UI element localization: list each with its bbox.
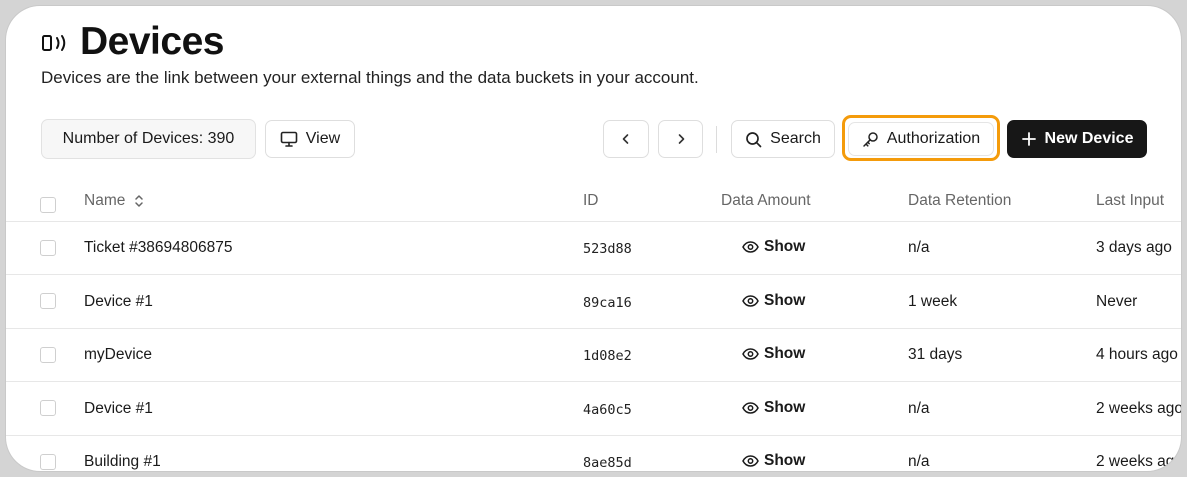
- last-input: 2 weeks ago: [1096, 453, 1181, 470]
- eye-icon: [742, 241, 759, 253]
- id-column-header: ID: [583, 192, 599, 209]
- eye-icon: [742, 295, 759, 307]
- show-data-amount-button[interactable]: Show: [742, 452, 805, 470]
- next-page-button[interactable]: [658, 120, 703, 158]
- data-retention-column-header: Data Retention: [908, 192, 1012, 209]
- last-input: 3 days ago: [1096, 239, 1172, 256]
- new-device-button-label: New Device: [1044, 130, 1134, 147]
- chevron-right-icon: [678, 134, 684, 144]
- show-data-amount-button[interactable]: Show: [742, 238, 805, 256]
- row-checkbox[interactable]: [40, 240, 56, 256]
- toolbar-divider: [716, 126, 717, 153]
- search-button-label: Search: [770, 130, 821, 147]
- name-column-header[interactable]: Name: [84, 192, 145, 210]
- show-data-amount-button[interactable]: Show: [742, 292, 805, 310]
- key-icon: [863, 131, 878, 147]
- page-title: Devices: [80, 20, 224, 63]
- last-input: Never: [1096, 293, 1138, 310]
- devices-page: Devices Devices are the link between you…: [6, 6, 1181, 471]
- device-name[interactable]: Device #1: [84, 293, 153, 311]
- device-name[interactable]: Device #1: [84, 400, 153, 418]
- show-label: Show: [764, 292, 806, 309]
- device-signal-icon: [42, 35, 66, 51]
- monitor-icon: [280, 131, 298, 147]
- row-checkbox[interactable]: [40, 293, 56, 309]
- device-id: 523d88: [583, 241, 632, 257]
- table-row[interactable]: myDevice 1d08e2 Show 31 days 4 hours ago: [6, 328, 1181, 382]
- device-id: 89ca16: [583, 295, 632, 311]
- eye-icon: [742, 402, 759, 414]
- view-button-label: View: [305, 130, 341, 147]
- table-row[interactable]: Ticket #38694806875 523d88 Show n/a 3 da…: [6, 221, 1181, 275]
- row-checkbox[interactable]: [40, 347, 56, 363]
- authorization-button[interactable]: Authorization: [848, 122, 994, 156]
- name-header-label: Name: [84, 192, 126, 209]
- device-count-label: Number of Devices: 390: [62, 130, 235, 147]
- last-input-column-header: Last Input: [1096, 192, 1165, 209]
- last-input: 4 hours ago: [1096, 346, 1178, 363]
- plus-icon: [1021, 132, 1036, 146]
- show-label: Show: [764, 238, 806, 255]
- new-device-button[interactable]: New Device: [1007, 120, 1147, 158]
- row-checkbox[interactable]: [40, 400, 56, 416]
- select-all-checkbox[interactable]: [40, 197, 56, 213]
- table-row[interactable]: Device #1 4a60c5 Show n/a 2 weeks ago: [6, 382, 1181, 436]
- data-retention: 1 week: [908, 293, 958, 310]
- show-label: Show: [764, 345, 806, 362]
- show-data-amount-button[interactable]: Show: [742, 345, 805, 363]
- view-button[interactable]: View: [265, 120, 355, 158]
- search-icon: [746, 131, 762, 147]
- device-id: 8ae85d: [583, 455, 632, 471]
- device-name[interactable]: Ticket #38694806875: [84, 239, 233, 257]
- show-data-amount-button[interactable]: Show: [742, 399, 805, 417]
- device-name[interactable]: Building #1: [84, 453, 161, 471]
- data-retention: n/a: [908, 400, 930, 417]
- table-row[interactable]: Building #1 8ae85d Show n/a 2 weeks ago: [6, 435, 1181, 471]
- chevron-left-icon: [622, 134, 629, 144]
- table-header: Name ID Data Amount Data Retention Last …: [6, 174, 1181, 222]
- sort-icon: [135, 195, 144, 207]
- table-row[interactable]: Device #1 89ca16 Show 1 week Never: [6, 275, 1181, 329]
- search-button[interactable]: Search: [731, 120, 835, 158]
- eye-icon: [742, 348, 759, 360]
- row-checkbox[interactable]: [40, 454, 56, 470]
- previous-page-button[interactable]: [603, 120, 649, 158]
- authorization-button-label: Authorization: [886, 130, 981, 147]
- data-retention: n/a: [908, 239, 930, 256]
- data-retention: n/a: [908, 453, 930, 470]
- show-label: Show: [764, 399, 806, 416]
- show-label: Show: [764, 452, 806, 469]
- device-id: 1d08e2: [583, 348, 632, 364]
- data-amount-column-header: Data Amount: [721, 192, 811, 209]
- eye-icon: [742, 455, 759, 467]
- device-name[interactable]: myDevice: [84, 346, 152, 364]
- page-subtitle: Devices are the link between your extern…: [41, 68, 699, 87]
- device-id: 4a60c5: [583, 402, 632, 418]
- data-retention: 31 days: [908, 346, 963, 363]
- device-count-badge: Number of Devices: 390: [41, 119, 256, 159]
- last-input: 2 weeks ago: [1096, 400, 1181, 417]
